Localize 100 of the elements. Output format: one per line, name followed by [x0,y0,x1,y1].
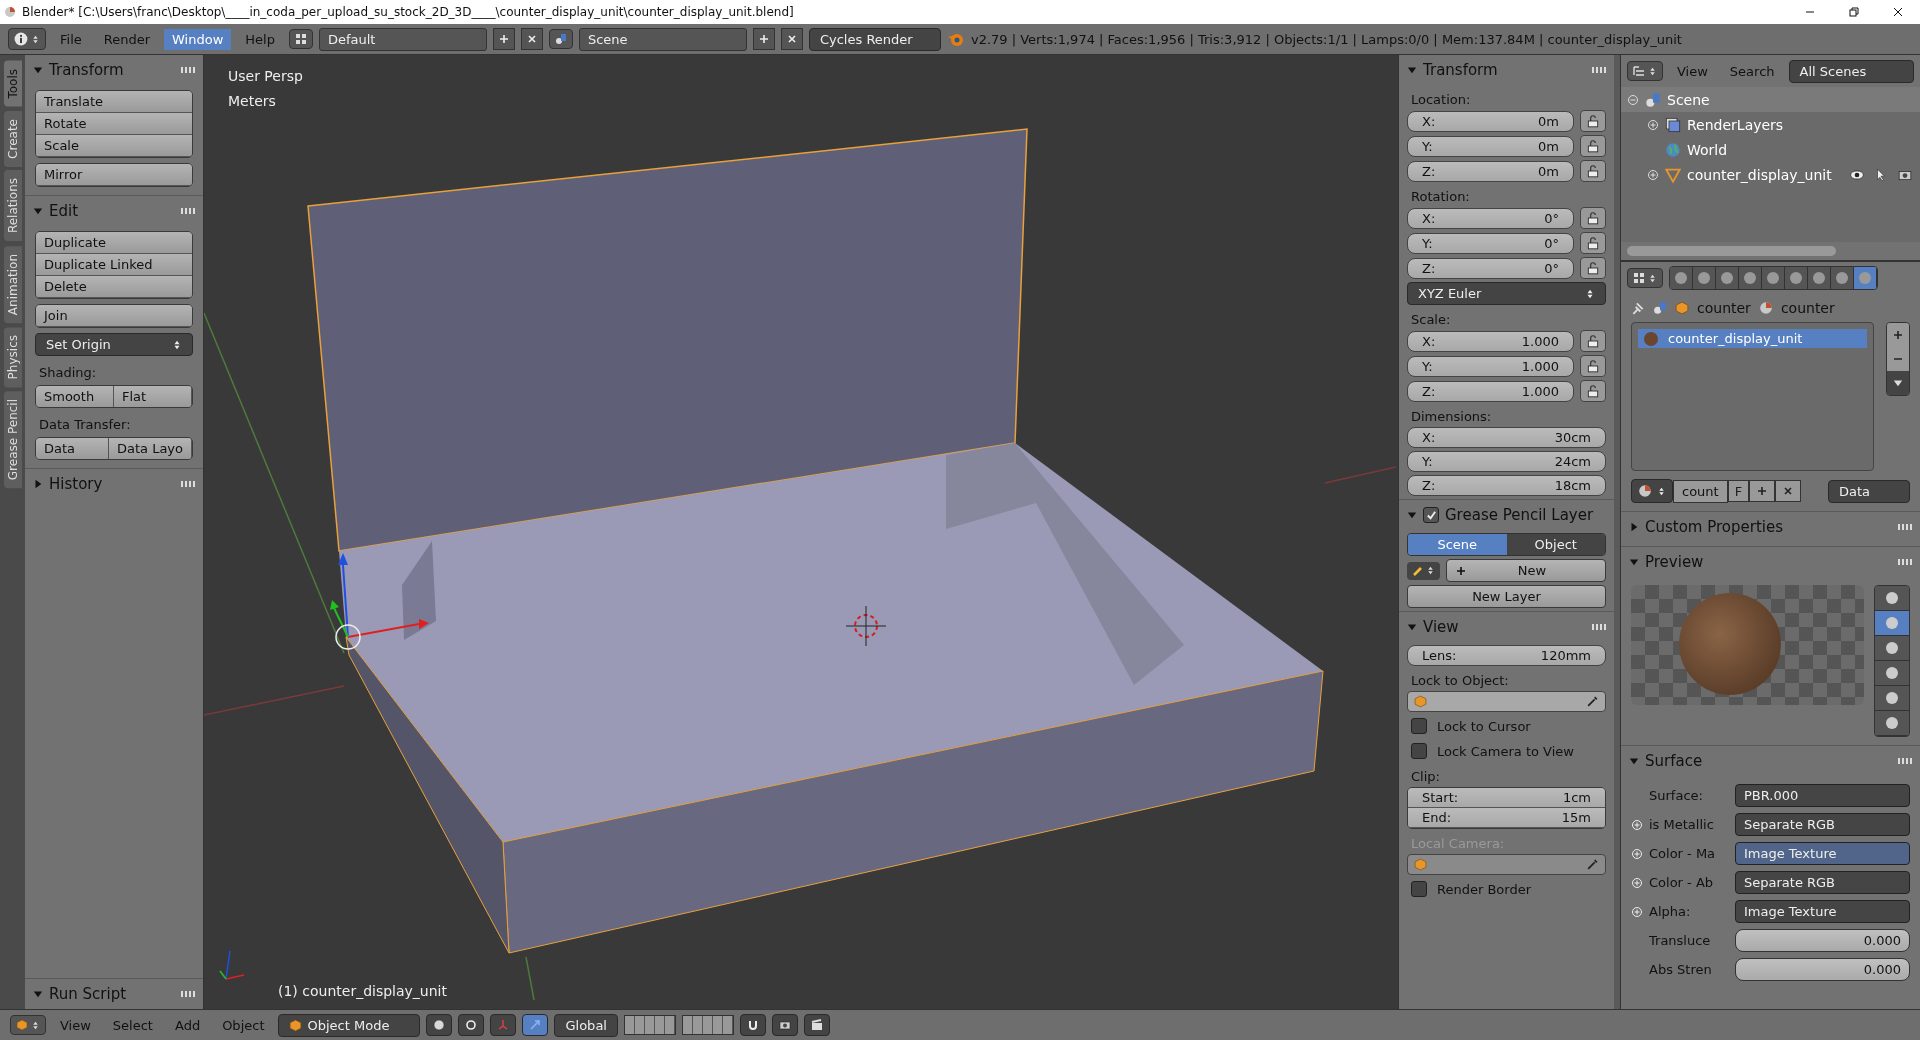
close-icon[interactable] [785,33,798,45]
shader-dropdown[interactable]: PBR.000 [1735,784,1910,807]
checkbox[interactable] [1411,743,1427,759]
checkbox[interactable] [1411,881,1427,897]
padlock-icon[interactable] [1586,164,1600,178]
lock-button[interactable] [1580,232,1606,254]
object-field[interactable] [1407,854,1606,875]
outliner-icon[interactable] [1633,65,1645,77]
up-down-icon[interactable] [1648,66,1657,76]
expand-arrow-icon[interactable] [33,479,43,489]
display-mode-dropdown[interactable]: All Scenes [1788,59,1914,83]
lock-button[interactable] [1580,135,1606,157]
up-down-icon[interactable] [1657,486,1666,496]
drag-handle-icon[interactable] [181,67,195,73]
panel-title[interactable]: Edit [49,202,175,220]
magnet-icon[interactable] [746,1019,759,1031]
scrollbar[interactable] [1627,246,1837,256]
padlock-icon[interactable] [1586,359,1600,373]
drag-handle-icon[interactable] [181,208,195,214]
up-down-icon[interactable] [1648,273,1657,283]
expand-arrow-icon[interactable] [1407,510,1417,520]
new-layer-button[interactable]: New Layer [1407,585,1606,608]
down-arrow-icon[interactable] [1893,378,1903,388]
number-field[interactable]: X: 0° [1407,207,1574,229]
expand-arrow-icon[interactable] [1629,756,1639,766]
menu-item[interactable]: Add [166,1014,209,1036]
orientation-dropdown[interactable]: Global [554,1013,618,1037]
rotation-mode-dropdown[interactable]: XYZ Euler [1407,282,1606,305]
expand-icon[interactable] [1647,168,1659,181]
editor-type-button[interactable] [8,28,46,50]
number-field[interactable]: X: 30cm [1407,427,1606,448]
panel-title[interactable]: Transform [1423,61,1586,79]
drag-handle-icon[interactable] [1898,758,1912,764]
tool-button[interactable]: Duplicate [36,232,192,254]
number-field[interactable]: Y: 24cm [1407,451,1606,472]
manipulator-toggle[interactable] [490,1014,517,1036]
lock-button[interactable] [1580,380,1606,402]
snap-toggle[interactable] [739,1014,766,1036]
tool-tab[interactable]: Tools [3,61,22,107]
menu-item[interactable]: View [1669,60,1716,82]
preview-shape-button[interactable] [1875,586,1909,611]
lock-button[interactable] [1580,207,1606,229]
pencil-icon[interactable] [1412,564,1424,577]
delete-button[interactable] [520,28,543,50]
preview-shape-button[interactable] [1875,686,1909,711]
menu-item[interactable]: View [52,1014,99,1036]
delete-button[interactable] [780,28,803,50]
tree-item[interactable]: counter_display_unit [1687,166,1832,183]
material-browse-button[interactable] [1631,479,1673,503]
eyedropper-icon[interactable] [1586,695,1599,708]
breadcrumb-item[interactable]: counter [1780,300,1835,316]
editor-type-button[interactable] [1627,61,1663,81]
number-field[interactable]: Z: 18cm [1407,475,1606,496]
menu-item[interactable]: Object [214,1014,273,1036]
expand-icon[interactable] [1631,847,1643,860]
animation-render-button[interactable] [803,1014,830,1036]
menu-item[interactable]: Select [104,1014,161,1036]
manipulator-toggle[interactable] [522,1014,549,1036]
tool-button[interactable]: Join [36,305,192,327]
properties-tab[interactable] [1716,267,1739,289]
plus-icon[interactable] [757,33,770,45]
node-link-dropdown[interactable]: Image Texture [1735,842,1910,865]
render-engine-dropdown[interactable]: Cycles Render [808,27,941,51]
preview-shape-button[interactable] [1875,711,1909,736]
panel-title[interactable]: Grease Pencil Layer [1445,506,1606,524]
preview-shape-button[interactable] [1875,661,1909,686]
add-button[interactable] [752,28,775,50]
sphere-icon[interactable] [433,1019,446,1031]
number-field[interactable]: Z: 0m [1407,160,1574,182]
up-down-icon[interactable] [172,339,182,350]
expand-icon[interactable] [1631,818,1643,831]
shading-dropdown[interactable] [426,1014,453,1036]
tool-button[interactable]: Rotate [36,113,192,135]
checkbox[interactable] [1411,718,1427,734]
properties-tab[interactable] [1670,267,1693,289]
expand-arrow-icon[interactable] [1629,557,1639,567]
grid-icon[interactable] [1633,272,1645,284]
material-slot[interactable]: counter_display_unit [1638,329,1867,348]
drag-handle-icon[interactable] [1592,624,1606,630]
pivot-icon[interactable] [465,1019,478,1031]
unlink-button[interactable] [1775,480,1802,502]
padlock-icon[interactable] [1586,139,1600,153]
number-field[interactable]: X: 0m [1407,110,1574,132]
tool-button[interactable]: Scale [36,135,192,157]
expand-arrow-icon[interactable] [33,65,43,75]
source-tab[interactable]: Scene [1408,534,1507,555]
object-field[interactable] [1407,691,1606,712]
panel-title[interactable]: Run Script [49,985,175,1003]
menu-item[interactable]: File [52,28,90,50]
number-field[interactable]: Y: 0m [1407,135,1574,157]
padlock-icon[interactable] [1586,114,1600,128]
number-field[interactable]: 0.000 [1735,958,1910,981]
number-field[interactable]: End: 15m [1408,808,1605,828]
properties-tab[interactable] [1854,267,1877,289]
lock-button[interactable] [1580,257,1606,279]
pencil-dropdown[interactable] [1407,561,1440,580]
menu-item[interactable]: Search [1721,60,1783,82]
cube-icon[interactable] [16,1019,28,1031]
tool-tab[interactable]: Relations [3,170,22,242]
expand-icon[interactable] [1631,876,1643,889]
